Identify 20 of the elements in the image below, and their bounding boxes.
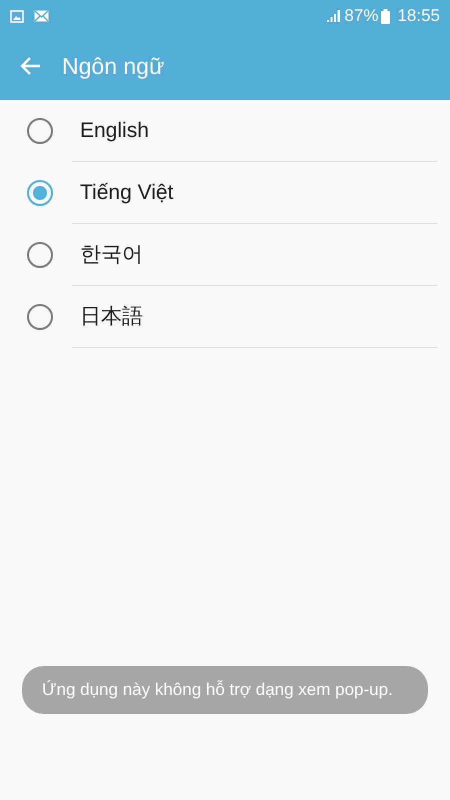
battery-percentage: 87% (344, 5, 378, 28)
battery-icon (381, 8, 390, 24)
language-label: 한국어 (80, 242, 143, 268)
language-option[interactable]: 한국어 (0, 224, 450, 286)
screen-title: Ngôn ngữ (62, 52, 164, 81)
radio-button[interactable] (27, 304, 53, 330)
signal-icon (327, 10, 342, 22)
language-label: 日本語 (80, 304, 143, 330)
language-option[interactable]: Tiếng Việt (0, 162, 450, 224)
clock-time: 18:55 (397, 5, 440, 28)
language-label: Tiếng Việt (80, 180, 174, 206)
radio-button[interactable] (27, 118, 53, 144)
language-option[interactable]: 日本語 (0, 286, 450, 348)
image-icon (10, 10, 24, 22)
radio-button[interactable] (27, 180, 53, 206)
language-label: English (80, 118, 149, 144)
language-option[interactable]: English (0, 100, 450, 162)
radio-button[interactable] (27, 242, 53, 268)
toast-message: Ứng dụng này không hỗ trợ dạng xem pop-up. (22, 666, 428, 714)
mail-icon (34, 10, 49, 22)
